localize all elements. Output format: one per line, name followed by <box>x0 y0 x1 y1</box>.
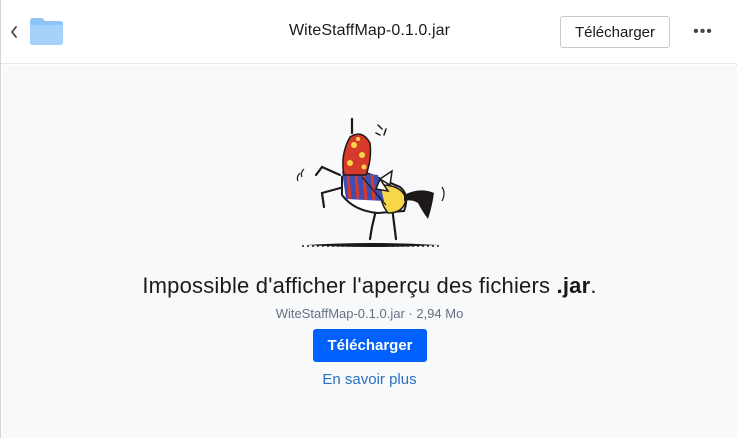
download-button-header[interactable]: Télécharger <box>560 16 670 48</box>
file-meta: WiteStaffMap-0.1.0.jar · 2,94 Mo <box>275 306 464 321</box>
learn-more-label: En savoir plus <box>322 371 417 388</box>
unicorn-illustration <box>296 117 445 247</box>
learn-more-link[interactable]: En savoir plus <box>2 371 737 388</box>
preview-window: WiteStaffMap-0.1.0.jar Télécharger ••• I… <box>0 0 737 438</box>
download-button[interactable]: Télécharger <box>313 329 427 362</box>
preview-area: Impossible d'afficher l'aperçu des fichi… <box>2 65 737 438</box>
more-horizontal-icon: ••• <box>693 23 713 40</box>
message-text: Impossible d'afficher l'aperçu des fichi… <box>142 273 557 298</box>
header-bar: WiteStaffMap-0.1.0.jar Télécharger ••• <box>1 0 737 64</box>
more-options-button[interactable]: ••• <box>690 22 716 42</box>
message-period: . <box>590 273 597 298</box>
file-extension: .jar <box>556 273 591 298</box>
preview-unavailable-message: Impossible d'afficher l'aperçu des fichi… <box>2 273 737 299</box>
